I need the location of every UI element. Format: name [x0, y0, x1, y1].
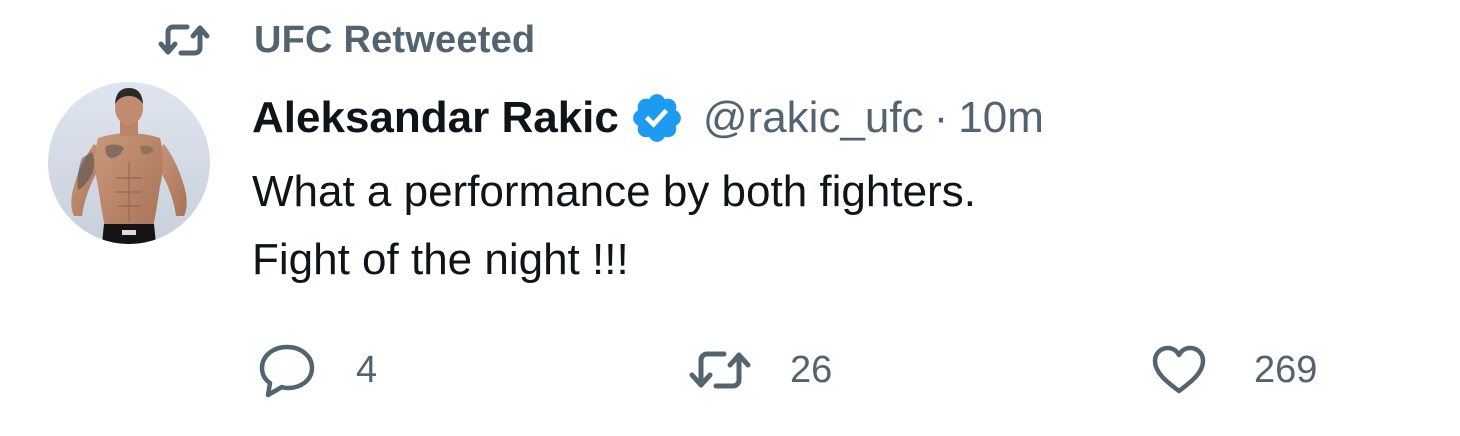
- retweet-icon: [158, 24, 210, 56]
- separator-dot: ·: [933, 93, 949, 142]
- heart-icon: [1152, 345, 1206, 394]
- timestamp[interactable]: 10m: [958, 93, 1044, 143]
- reply-button[interactable]: 4: [256, 338, 377, 402]
- retweet-button[interactable]: 26: [688, 338, 832, 402]
- tweet-card[interactable]: UFC Retweeted Aleksandar Rakic @rakic_uf…: [0, 0, 1460, 436]
- retweet-icon: [689, 351, 751, 389]
- author-handle[interactable]: @rakic_ufc: [703, 93, 924, 143]
- display-name[interactable]: Aleksandar Rakic: [252, 93, 619, 143]
- reply-count: 4: [356, 348, 378, 391]
- fighter-photo-avatar: [48, 82, 210, 244]
- tweet-text: What a performance by both fighters. Fig…: [252, 158, 976, 294]
- avatar[interactable]: [48, 82, 210, 244]
- like-button[interactable]: 269: [1150, 338, 1317, 402]
- verified-badge-icon: [632, 94, 681, 142]
- retweet-context: UFC Retweeted: [158, 18, 535, 62]
- retweet-count: 26: [790, 348, 833, 391]
- reply-icon: [259, 344, 315, 398]
- tweet-text-line: What a performance by both fighters.: [252, 167, 976, 216]
- like-count: 269: [1254, 348, 1318, 391]
- tweet-actions: 4 26 269: [0, 338, 1460, 402]
- retweeted-by-label[interactable]: UFC Retweeted: [254, 19, 535, 62]
- tweet-header: Aleksandar Rakic @rakic_ufc · 10m: [252, 88, 1044, 148]
- tweet-text-line: Fight of the night !!!: [252, 235, 629, 284]
